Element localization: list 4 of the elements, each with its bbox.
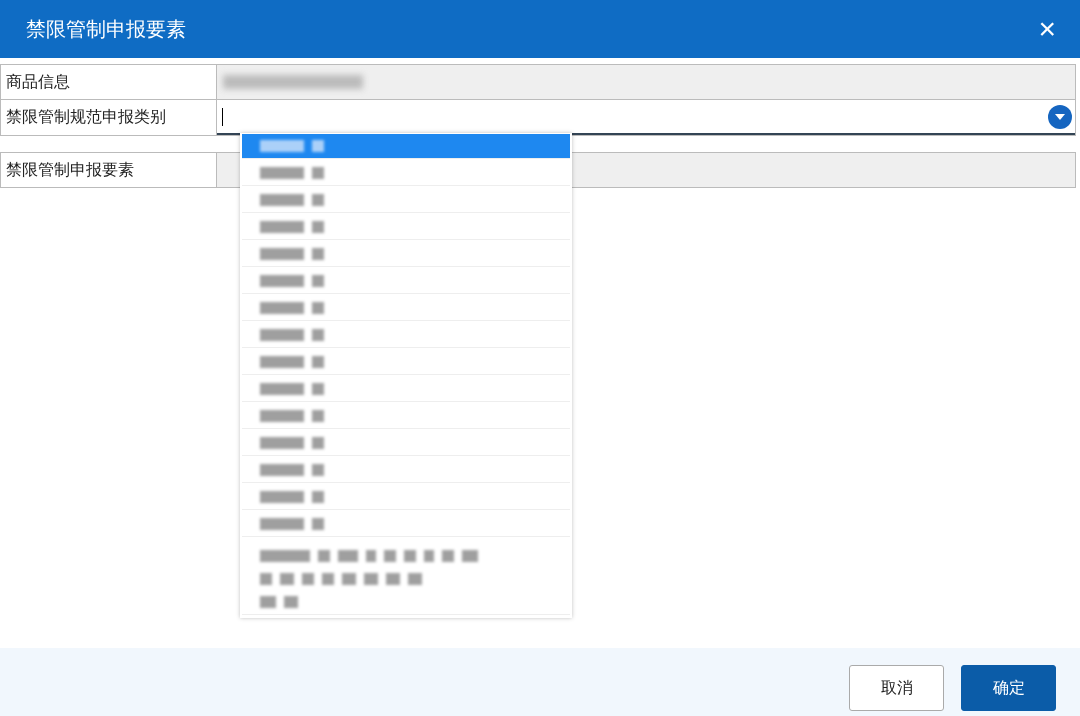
window-title: 禁限管制申报要素 <box>26 15 186 43</box>
cancel-button[interactable]: 取消 <box>849 665 944 711</box>
confirm-button[interactable]: 确定 <box>961 665 1056 711</box>
close-button[interactable]: × <box>1038 14 1056 44</box>
